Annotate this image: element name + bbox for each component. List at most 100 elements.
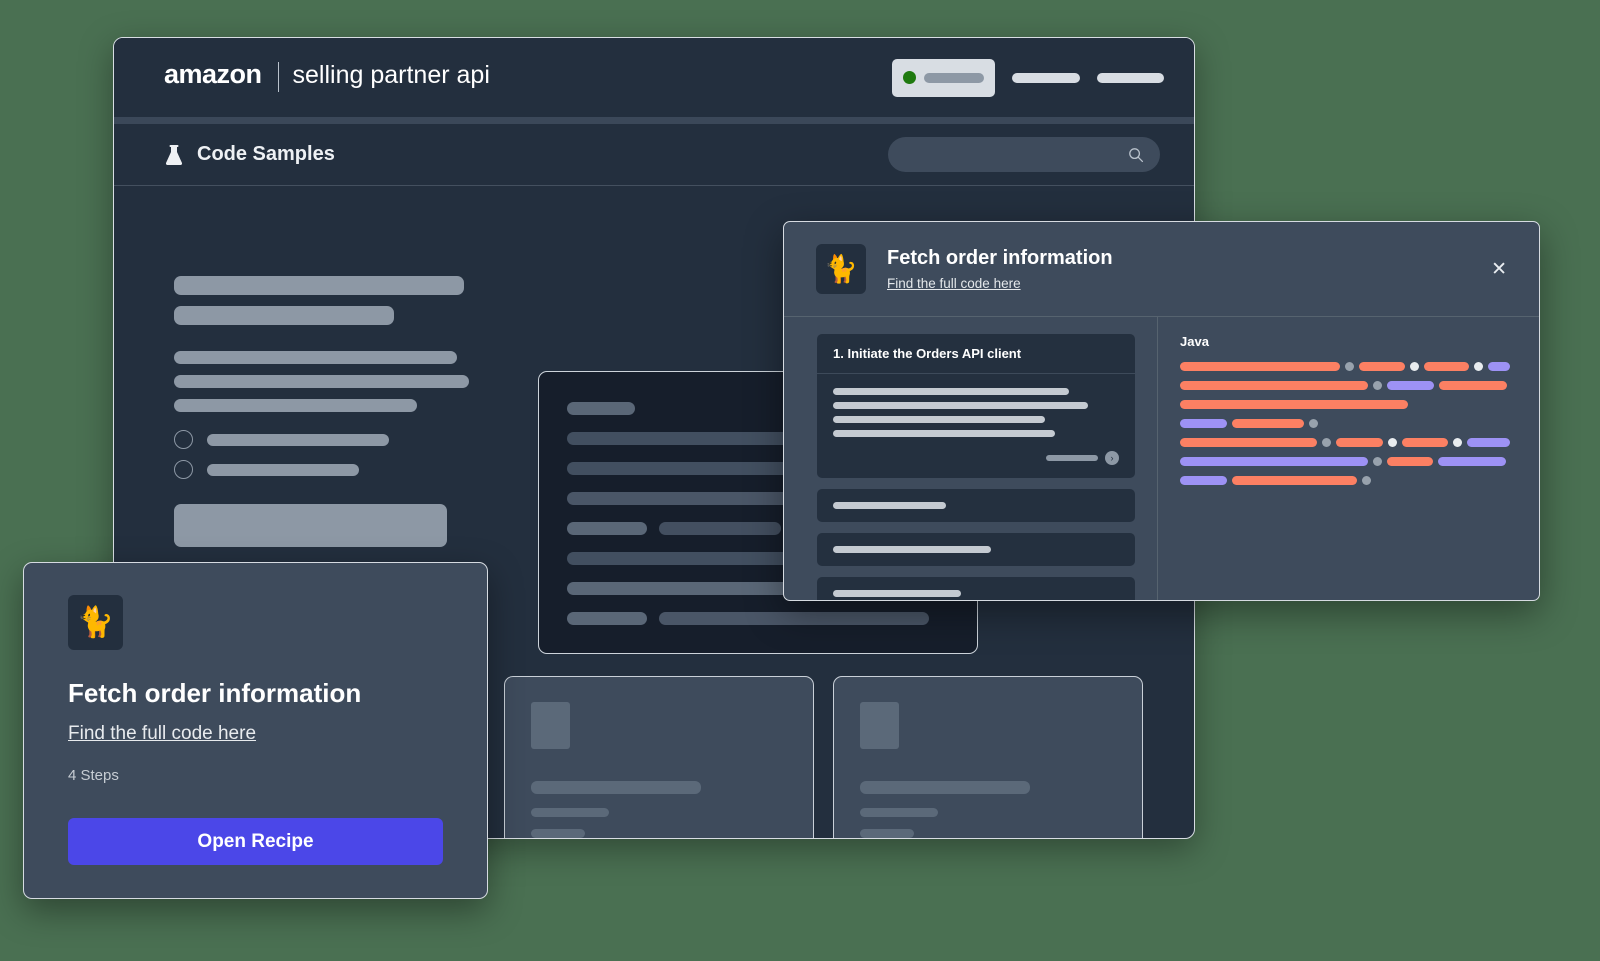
app-subbar: Code Samples bbox=[114, 124, 1194, 186]
placeholder-line bbox=[174, 276, 464, 295]
code-token bbox=[1180, 400, 1408, 409]
code-token bbox=[1387, 457, 1433, 466]
code-token bbox=[1439, 381, 1507, 390]
card-meta-placeholder bbox=[860, 829, 914, 838]
code-token bbox=[1180, 381, 1368, 390]
radio-label-placeholder bbox=[207, 463, 359, 476]
radio-option-2[interactable] bbox=[174, 460, 484, 479]
placeholder-line bbox=[174, 351, 457, 364]
app-topbar: amazon selling partner api bbox=[114, 38, 1194, 838]
card-icon-placeholder bbox=[860, 702, 899, 749]
modal-header: 🐈 Fetch order information Find the full … bbox=[784, 222, 1539, 317]
placeholder-line bbox=[174, 306, 394, 325]
modal-full-code-link[interactable]: Find the full code here bbox=[887, 276, 1021, 291]
featured-recipe-card: 🐈 Fetch order information Find the full … bbox=[23, 562, 488, 899]
code-line bbox=[1180, 457, 1519, 466]
page-title-label: Code Samples bbox=[197, 143, 335, 165]
code-line bbox=[1180, 438, 1519, 447]
nav-item-placeholder-2[interactable] bbox=[1097, 72, 1164, 83]
full-code-link[interactable]: Find the full code here bbox=[68, 723, 256, 745]
brand-product-name: selling partner api bbox=[292, 61, 490, 89]
code-token bbox=[1359, 362, 1405, 371]
step-item-collapsed[interactable] bbox=[817, 533, 1135, 566]
search-input[interactable] bbox=[888, 137, 1160, 172]
step-item-collapsed[interactable] bbox=[817, 489, 1135, 522]
code-token bbox=[1232, 476, 1357, 485]
code-pane: Java bbox=[1157, 317, 1539, 600]
screenshot-stage: amazon selling partner api Code Samples … bbox=[0, 0, 1600, 961]
code-token bbox=[1180, 362, 1340, 371]
code-punct-dot bbox=[1373, 381, 1382, 390]
step-item-collapsed[interactable] bbox=[817, 577, 1135, 600]
recipe-emoji-icon: 🐈 bbox=[816, 244, 866, 294]
code-lines-container bbox=[1180, 362, 1519, 485]
card-icon-placeholder bbox=[531, 702, 570, 749]
code-token bbox=[1488, 362, 1510, 371]
card-subtitle-placeholder bbox=[860, 808, 938, 817]
code-punct-dot bbox=[1474, 362, 1483, 371]
code-line bbox=[1180, 476, 1519, 485]
account-chip[interactable] bbox=[892, 58, 995, 97]
card-meta-placeholder bbox=[531, 829, 585, 838]
code-token-placeholder bbox=[567, 522, 647, 535]
step-text-placeholder bbox=[833, 430, 1055, 437]
recipe-card-placeholder-2[interactable] bbox=[833, 676, 1143, 838]
brand-logo: amazon selling partner api bbox=[116, 59, 490, 838]
code-line bbox=[1180, 400, 1519, 409]
steps-pane: 1. Initiate the Orders API client › bbox=[784, 317, 1157, 600]
brand-divider bbox=[277, 62, 279, 92]
code-token bbox=[1387, 381, 1434, 390]
step-body: › bbox=[817, 374, 1135, 478]
recipe-card-placeholder-1[interactable] bbox=[504, 676, 814, 838]
code-token bbox=[1180, 438, 1317, 447]
modal-title: Fetch order information bbox=[887, 246, 1113, 269]
code-line bbox=[1180, 381, 1519, 390]
brand-amazon-wordmark: amazon bbox=[164, 59, 262, 89]
code-token bbox=[1232, 419, 1304, 428]
open-recipe-button[interactable]: Open Recipe bbox=[68, 818, 443, 865]
step-item-expanded[interactable]: 1. Initiate the Orders API client › bbox=[817, 334, 1135, 478]
flask-icon bbox=[165, 144, 183, 165]
code-punct-dot bbox=[1309, 419, 1318, 428]
status-dot bbox=[903, 71, 916, 84]
code-token bbox=[1180, 476, 1227, 485]
code-token bbox=[1180, 419, 1227, 428]
code-token bbox=[1336, 438, 1383, 447]
radio-label-placeholder bbox=[207, 433, 389, 446]
code-token-placeholder bbox=[567, 612, 647, 625]
topbar-accent-strip bbox=[114, 117, 1194, 124]
account-label-placeholder bbox=[924, 72, 984, 83]
code-language-label: Java bbox=[1180, 334, 1209, 349]
code-punct-dot bbox=[1362, 476, 1371, 485]
recipe-emoji-icon: 🐈 bbox=[68, 595, 123, 650]
recipe-title: Fetch order information bbox=[68, 678, 362, 708]
card-title-placeholder bbox=[531, 781, 701, 794]
step-title: 1. Initiate the Orders API client bbox=[817, 334, 1135, 374]
code-token-placeholder bbox=[659, 612, 929, 625]
code-punct-dot bbox=[1410, 362, 1419, 371]
topbar-right-group bbox=[892, 58, 1164, 97]
code-line bbox=[1180, 419, 1519, 428]
primary-button-placeholder[interactable] bbox=[174, 504, 447, 547]
card-title-placeholder bbox=[860, 781, 1030, 794]
card-subtitle-placeholder bbox=[531, 808, 609, 817]
placeholder-line bbox=[174, 399, 417, 412]
nav-item-placeholder-1[interactable] bbox=[1012, 72, 1080, 83]
step-text-placeholder bbox=[833, 416, 1045, 423]
close-icon[interactable]: ✕ bbox=[1485, 254, 1513, 285]
radio-option-1[interactable] bbox=[174, 430, 484, 449]
steps-count: 4 Steps bbox=[68, 767, 119, 784]
step-next-action[interactable]: › bbox=[833, 451, 1119, 465]
radio-icon bbox=[174, 430, 193, 449]
step-title-placeholder bbox=[833, 546, 991, 553]
step-text-placeholder bbox=[833, 402, 1088, 409]
step-title-placeholder bbox=[833, 590, 961, 597]
code-token bbox=[1467, 438, 1510, 447]
code-punct-dot bbox=[1322, 438, 1331, 447]
step-next-label-placeholder bbox=[1046, 455, 1098, 461]
filter-panel-placeholder bbox=[174, 276, 484, 547]
code-line bbox=[1180, 362, 1519, 371]
modal-body: 1. Initiate the Orders API client › Java bbox=[784, 317, 1539, 600]
page-title: Code Samples bbox=[164, 143, 335, 166]
code-token bbox=[1438, 457, 1506, 466]
